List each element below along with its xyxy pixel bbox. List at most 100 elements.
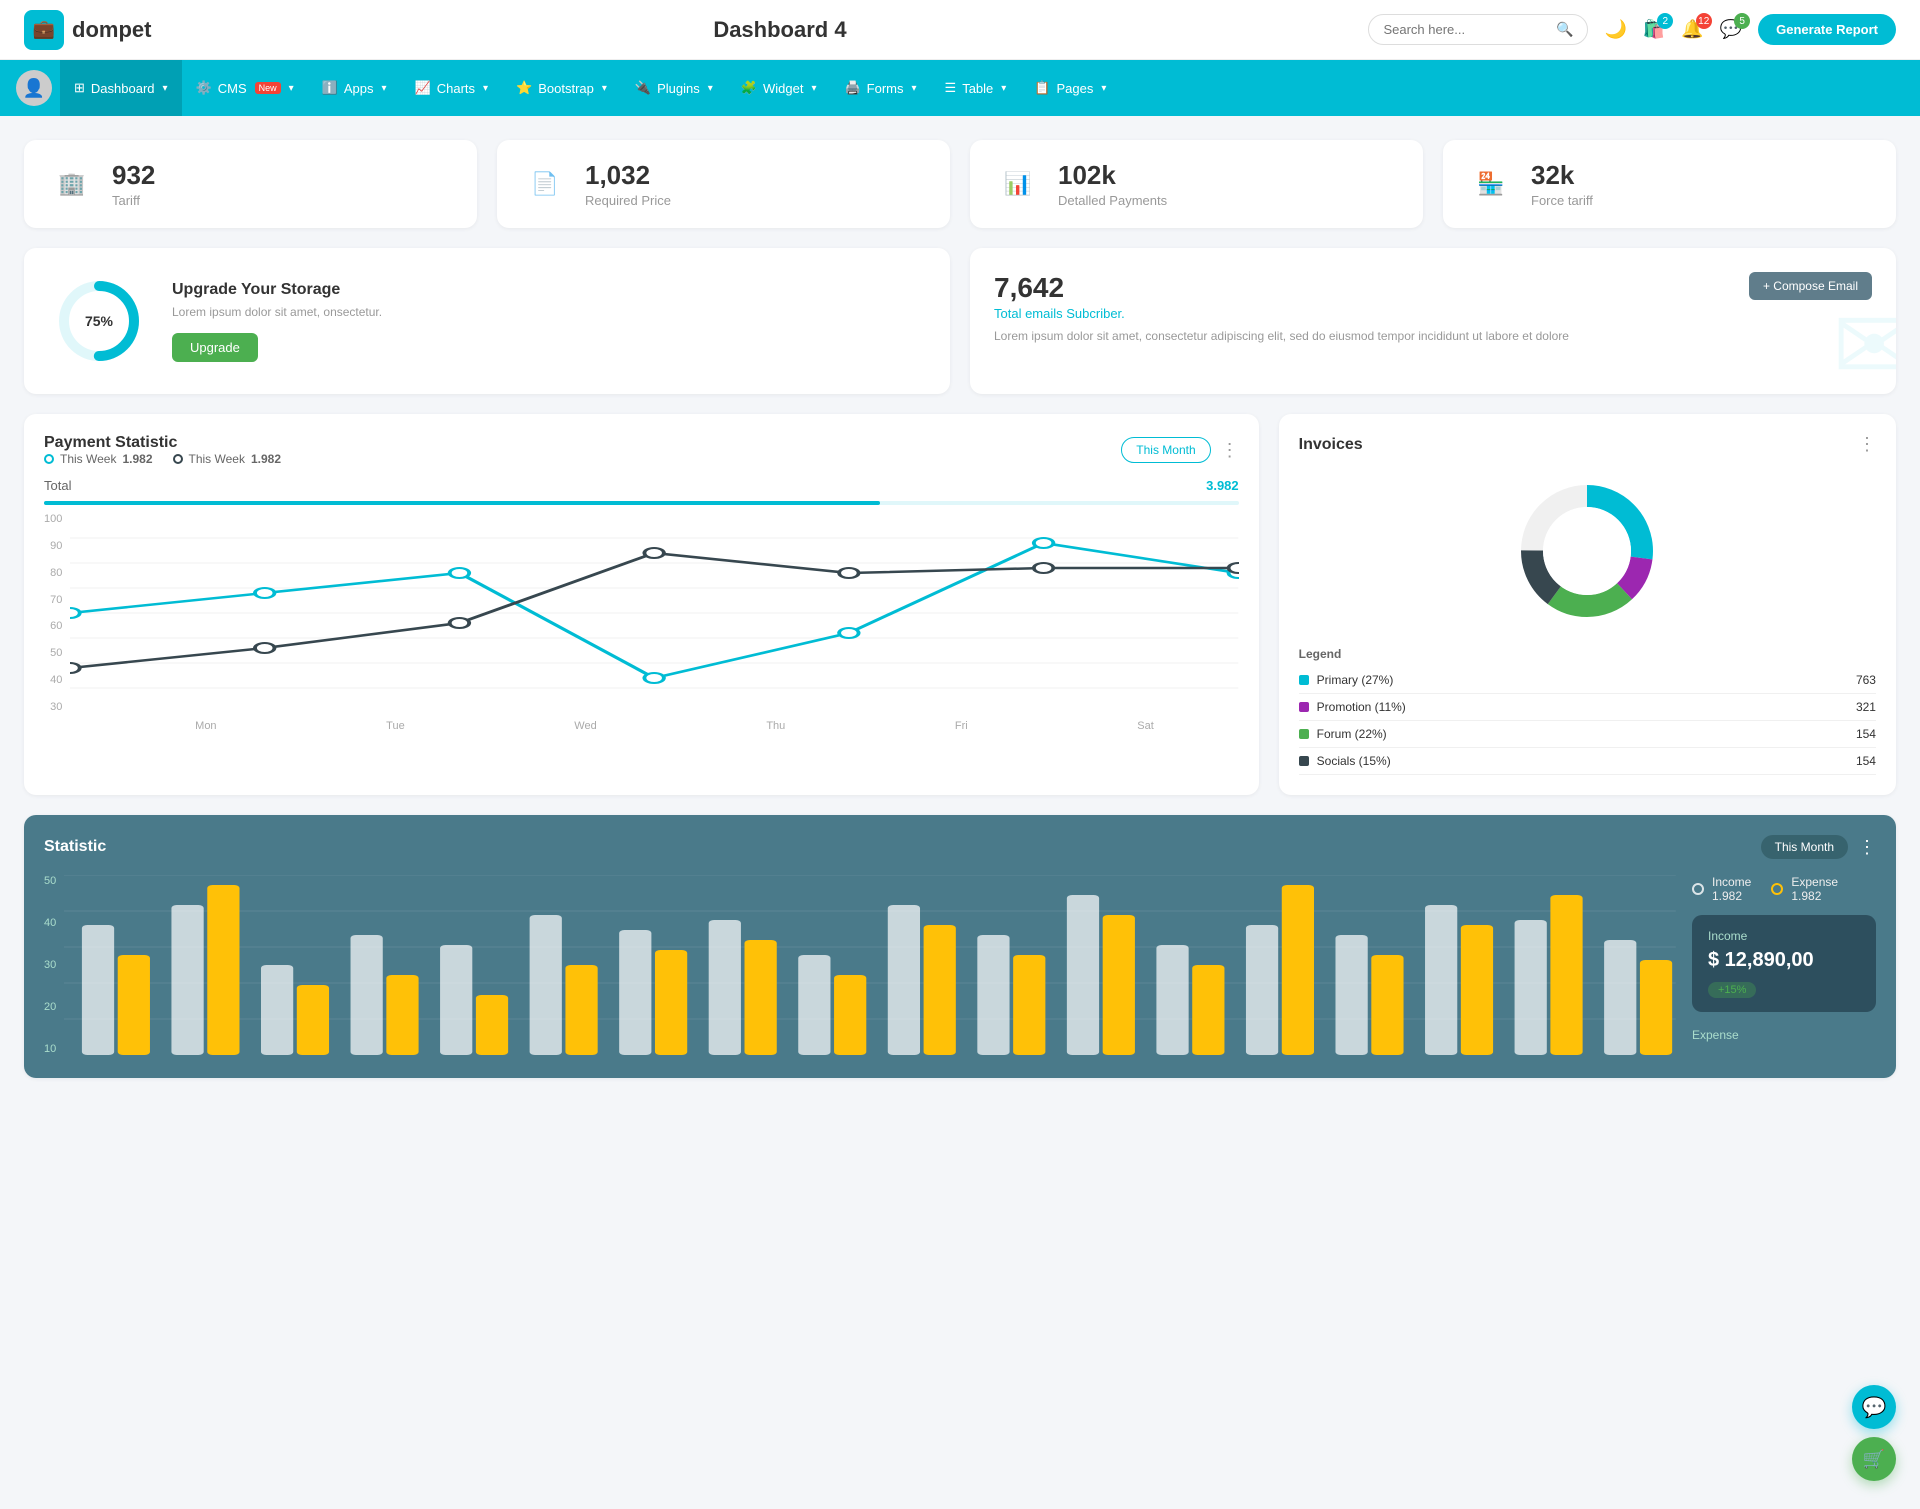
more-options-button[interactable]: ⋮ xyxy=(1221,440,1239,461)
nav-widget[interactable]: 🧩 Widget ▾ xyxy=(727,60,831,116)
widget-icon: 🧩 xyxy=(741,80,757,96)
legend-title: Legend xyxy=(1299,647,1876,661)
nav-dashboard[interactable]: ⊞ Dashboard ▾ xyxy=(60,60,182,116)
header-right: 🔍 🌙 🛍️ 2 🔔 12 💬 5 Generate Report xyxy=(1368,14,1896,45)
search-icon: 🔍 xyxy=(1556,21,1573,38)
statistic-header: Statistic This Month ⋮ xyxy=(44,835,1876,859)
income-dot xyxy=(1692,883,1704,895)
table-icon: ☰ xyxy=(945,80,957,96)
charts-icon: 📈 xyxy=(415,80,431,96)
email-bg-icon: ✉ xyxy=(1832,287,1896,394)
fab-cart[interactable]: 🛒 xyxy=(1852,1437,1896,1481)
moon-icon[interactable]: 🌙 xyxy=(1604,19,1626,40)
fab-support[interactable]: 💬 xyxy=(1852,1385,1896,1429)
income-popup-value: $ 12,890,00 xyxy=(1708,949,1860,972)
line-chart-body: 10090807060504030 xyxy=(44,513,1239,732)
chevron-icon: ▾ xyxy=(602,83,607,94)
email-card-top: 7,642 Total emails Subcriber. Lorem ipsu… xyxy=(994,272,1872,343)
stat-more-button[interactable]: ⋮ xyxy=(1858,837,1876,858)
navbar: 👤 ⊞ Dashboard ▾ ⚙️ CMS New ▾ ℹ️ Apps ▾ 📈… xyxy=(0,60,1920,116)
nav-table[interactable]: ☰ Table ▾ xyxy=(931,60,1021,116)
tariff-icon: 🏢 xyxy=(48,160,96,208)
plugins-icon: 🔌 xyxy=(635,80,651,96)
stat-card-tariff: 🏢 932 Tariff xyxy=(24,140,477,228)
nav-cms[interactable]: ⚙️ CMS New ▾ xyxy=(182,60,308,116)
chevron-icon: ▾ xyxy=(163,83,168,94)
progress-fill xyxy=(44,501,880,505)
chat-icon[interactable]: 💬 5 xyxy=(1720,19,1742,40)
storage-title: Upgrade Your Storage xyxy=(172,281,382,299)
nav-bootstrap[interactable]: ⭐ Bootstrap ▾ xyxy=(502,60,621,116)
storage-card: 75% Upgrade Your Storage Lorem ipsum dol… xyxy=(24,248,950,394)
chevron-icon: ▾ xyxy=(1101,83,1106,94)
generate-report-button[interactable]: Generate Report xyxy=(1758,14,1896,45)
logo-text: dompet xyxy=(72,17,151,43)
chart-total-area: Total 3.982 xyxy=(44,478,1239,505)
legend-row-promotion: Promotion (11%) 321 xyxy=(1299,694,1876,721)
bell-badge: 12 xyxy=(1696,13,1712,29)
legend-dot-teal xyxy=(44,454,54,464)
payments-value: 102k xyxy=(1058,160,1167,191)
chevron-icon: ▾ xyxy=(811,83,816,94)
stat-cards: 🏢 932 Tariff 📄 1,032 Required Price 📊 10… xyxy=(24,140,1896,228)
nav-plugins[interactable]: 🔌 Plugins ▾ xyxy=(621,60,727,116)
nav-charts[interactable]: 📈 Charts ▾ xyxy=(401,60,503,116)
invoices-title: Invoices xyxy=(1299,436,1363,454)
income-popup: Income $ 12,890,00 +15% xyxy=(1692,915,1876,1012)
chevron-icon: ▾ xyxy=(708,83,713,94)
chart-title: Payment Statistic xyxy=(44,434,281,452)
stat-y-axis: 5040302010 xyxy=(44,875,64,1055)
invoices-header: Invoices ⋮ xyxy=(1299,434,1876,455)
month-button[interactable]: This Month xyxy=(1121,437,1210,463)
force-label: Force tariff xyxy=(1531,193,1593,208)
payments-icon: 📊 xyxy=(994,160,1042,208)
search-input[interactable] xyxy=(1383,22,1548,37)
y-axis: 10090807060504030 xyxy=(44,513,70,713)
email-desc: Lorem ipsum dolor sit amet, consectetur … xyxy=(994,329,1569,343)
legend-item-2: This Week 1.982 xyxy=(173,452,282,466)
line-chart-area: MonTueWedThuFriSat xyxy=(70,513,1238,732)
invoice-legend-list: Primary (27%) 763 Promotion (11%) 321 Fo… xyxy=(1299,667,1876,775)
chart-controls: This Month ⋮ xyxy=(1121,437,1238,463)
middle-row: 75% Upgrade Your Storage Lorem ipsum dol… xyxy=(24,248,1896,394)
stat-month-button[interactable]: This Month xyxy=(1761,835,1848,859)
stat-controls: This Month ⋮ xyxy=(1761,835,1876,859)
storage-desc: Lorem ipsum dolor sit amet, onsectetur. xyxy=(172,305,382,319)
nav-pages[interactable]: 📋 Pages ▾ xyxy=(1020,60,1120,116)
income-expense-panel: Income 1.982 Expense 1.982 Income $ xyxy=(1676,875,1876,1058)
progress-bar xyxy=(44,501,1239,505)
forms-icon: 🖨️ xyxy=(844,80,860,96)
upgrade-button[interactable]: Upgrade xyxy=(172,333,258,362)
chevron-icon: ▾ xyxy=(483,83,488,94)
total-value: 3.982 xyxy=(1206,478,1239,493)
stat-card-payments: 📊 102k Detalled Payments xyxy=(970,140,1423,228)
stat-card-force: 🏪 32k Force tariff xyxy=(1443,140,1896,228)
bootstrap-icon: ⭐ xyxy=(516,80,532,96)
invoices-card: Invoices ⋮ Legend xyxy=(1279,414,1896,795)
force-icon: 🏪 xyxy=(1467,160,1515,208)
chevron-icon: ▾ xyxy=(912,83,917,94)
price-label: Required Price xyxy=(585,193,671,208)
statistic-card: Statistic This Month ⋮ 5040302010 xyxy=(24,815,1896,1078)
charts-row: Payment Statistic This Week 1.982 This W… xyxy=(24,414,1896,795)
promotion-color xyxy=(1299,702,1309,712)
invoices-more-button[interactable]: ⋮ xyxy=(1858,434,1876,455)
nav-apps[interactable]: ℹ️ Apps ▾ xyxy=(308,60,401,116)
logo: 💼 dompet xyxy=(24,10,151,50)
legend-dot-dark xyxy=(173,454,183,464)
force-value: 32k xyxy=(1531,160,1593,191)
header: 💼 dompet Dashboard 4 🔍 🌙 🛍️ 2 🔔 12 💬 5 G… xyxy=(0,0,1920,60)
search-box[interactable]: 🔍 xyxy=(1368,14,1588,45)
legend-row-forum: Forum (22%) 154 xyxy=(1299,721,1876,748)
legend-row-socials: Socials (15%) 154 xyxy=(1299,748,1876,775)
x-axis: MonTueWedThuFriSat xyxy=(70,720,1238,732)
chart-legend: This Week 1.982 This Week 1.982 xyxy=(44,452,281,466)
shop-icon[interactable]: 🛍️ 2 xyxy=(1643,19,1665,40)
nav-forms[interactable]: 🖨️ Forms ▾ xyxy=(830,60,930,116)
bar-chart-area xyxy=(64,875,1676,1058)
bell-icon[interactable]: 🔔 12 xyxy=(1681,19,1703,40)
payments-label: Detalled Payments xyxy=(1058,193,1167,208)
donut-percent: 75% xyxy=(85,313,113,329)
bar-chart-container: 5040302010 xyxy=(44,875,1876,1058)
cms-icon: ⚙️ xyxy=(196,80,212,96)
